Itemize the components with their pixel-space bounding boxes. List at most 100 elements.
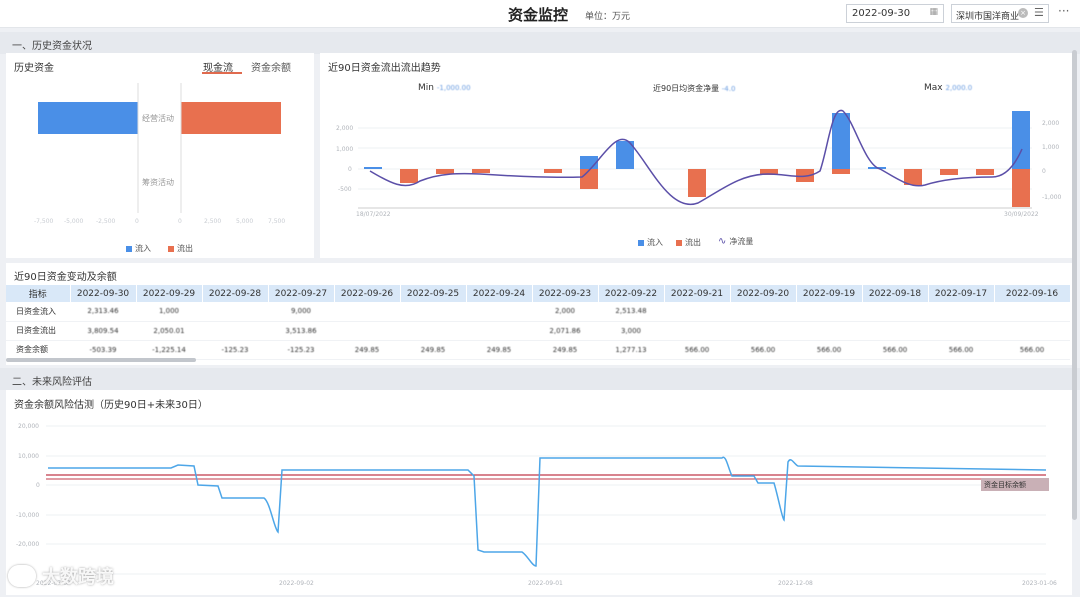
wave-icon: ∿: [718, 236, 727, 247]
tick: -500: [338, 186, 352, 193]
table-cell: 1,000: [136, 302, 202, 322]
tick: 0: [348, 166, 352, 173]
legend-trend-outflow-label: 流出: [685, 238, 701, 247]
table-header-cell: 2022-09-25: [400, 285, 467, 302]
date-picker[interactable]: 2022-09-30 ▦: [846, 4, 944, 23]
watermark-text: 大数跨境: [42, 567, 114, 588]
tick: 2,000: [1042, 120, 1059, 127]
table-cell: [994, 321, 1070, 341]
table-header-cell: 指标: [6, 285, 71, 302]
table-cell: [862, 302, 928, 322]
legend-outflow-label: 流出: [177, 244, 193, 253]
section-risk-header: 二、未来风险评估: [0, 368, 1080, 390]
fund-change-table: 指标 2022-09-30 2022-09-29 2022-09-28 2022…: [6, 285, 1071, 360]
bar-outflow: [400, 169, 418, 183]
legend-trend-outflow: 流出: [676, 237, 701, 248]
table-cell: [202, 321, 268, 341]
legend-trend-net-label: 净流量: [729, 237, 754, 246]
table-header-cell: 2022-09-22: [598, 285, 665, 302]
tick: 0: [178, 218, 182, 225]
tick: 2022-09-01: [528, 580, 563, 587]
table-header-cell: 2022-09-18: [862, 285, 929, 302]
table-cell: 2,071.86: [532, 321, 598, 341]
table-cell: 3,000: [598, 321, 664, 341]
date-end-label: 30/09/2022: [1004, 211, 1039, 218]
tick: 2023-01-06: [1022, 580, 1057, 587]
table-cell: [994, 302, 1070, 322]
more-icon[interactable]: ···: [1058, 4, 1069, 18]
legend-inflow: 流入: [126, 243, 151, 254]
trend-combo-chart: 2,000 1,000 0 -500 2,000 1,000 0 -1,000: [336, 109, 1062, 218]
table-header-cell: 2022-09-16: [994, 285, 1071, 302]
tick: 2022-09-02: [279, 580, 314, 587]
legend-trend-inflow: 流入: [638, 237, 663, 248]
tick: 1,000: [336, 146, 353, 153]
table-header-cell: 2022-09-27: [268, 285, 335, 302]
bar-outflow: [688, 169, 706, 197]
row-label: 资金余额: [6, 340, 70, 360]
risk-grid: [46, 425, 1046, 575]
table-row: 资金余额 -503.39 -1,225.14 -125.23 -125.23 2…: [6, 340, 1070, 360]
table-cell: [400, 302, 466, 322]
table-cell: [334, 321, 400, 341]
trend-x-ticks: 18/07/2022 30/09/2022: [356, 211, 1039, 218]
table-cell: [466, 321, 532, 341]
risk-line-chart: 20,000 10,000 0 -10,000 -20,000 2022-07-…: [16, 423, 1057, 587]
risk-balance-line: [48, 456, 1047, 567]
table-header-cell: 2022-09-21: [664, 285, 731, 302]
row-label: 日资金流出: [6, 321, 70, 341]
table-cell: 2,513.48: [598, 302, 664, 322]
table-header-cell: 2022-09-24: [466, 285, 533, 302]
bar-outflow: [832, 169, 850, 174]
table-cell: [730, 321, 796, 341]
table-cell: 566.00: [928, 340, 994, 360]
bar-outflow: [580, 169, 598, 189]
page-title: 资金监控: [508, 6, 569, 24]
clear-icon[interactable]: ×: [1018, 8, 1028, 18]
table-cell: 2,050.01: [136, 321, 202, 341]
table-row: 日资金流入 2,313.46 1,000 9,000 2,000 2,513.4…: [6, 302, 1070, 322]
tick: 7,500: [268, 218, 285, 225]
bar-outflow: [472, 169, 490, 173]
date-start-label: 18/07/2022: [356, 211, 391, 218]
table-cell: [664, 302, 730, 322]
table-cell: [730, 302, 796, 322]
table-cell: 3,513.86: [268, 321, 334, 341]
table-cell: 9,000: [268, 302, 334, 322]
table-cell: 249.85: [400, 340, 466, 360]
table-header-cell: 2022-09-17: [928, 285, 995, 302]
legend-outflow-swatch: [168, 245, 174, 252]
table-cell: 2,000: [532, 302, 598, 322]
table-cell: [400, 321, 466, 341]
list-menu-icon[interactable]: ☰: [1034, 6, 1044, 19]
calendar-icon[interactable]: ▦: [929, 7, 938, 17]
category-financing: 筹资活动: [142, 178, 174, 187]
table-horizontal-scrollbar[interactable]: [6, 358, 196, 362]
table-header-cell: 2022-09-19: [796, 285, 863, 302]
tick: 20,000: [18, 423, 39, 430]
bar-inflow: [364, 167, 382, 169]
table-cell: 566.00: [730, 340, 796, 360]
table-cell: [334, 302, 400, 322]
tick: 5,000: [236, 218, 253, 225]
page-vertical-scrollbar[interactable]: [1072, 50, 1077, 520]
section-history-header: 一、历史资金状况: [0, 32, 1080, 54]
legend-inflow-label: 流入: [135, 244, 151, 253]
table-cell: -125.23: [268, 340, 334, 360]
table-cell: -503.39: [70, 340, 136, 360]
table-header-row: 指标 2022-09-30 2022-09-29 2022-09-28 2022…: [6, 285, 1071, 302]
risk-panel: 资金余额风险估测（历史90日+未来30日） 20,000 10,000 0 -1…: [6, 390, 1072, 595]
table-cell: 3,809.54: [70, 321, 136, 341]
legend-trend-inflow-swatch: [638, 239, 644, 246]
table-cell: 249.85: [532, 340, 598, 360]
bar-outflow: [436, 169, 454, 174]
tick: 2,000: [336, 125, 353, 132]
table-cell: [796, 321, 862, 341]
company-value: 深圳市国洋商业: [956, 12, 1020, 22]
top-header: 资金监控 单位：万元 2022-09-30 ▦ 深圳市国洋商业 × ☰ ···: [0, 0, 1080, 28]
bar-operating-inflow: [38, 102, 138, 134]
tick: -5,000: [64, 218, 84, 225]
table-cell: [202, 302, 268, 322]
company-select[interactable]: 深圳市国洋商业 × ☰: [951, 4, 1049, 23]
risk-x-ticks: 2022-07-03 2022-09-02 2022-09-01 2022-12…: [36, 580, 1057, 587]
